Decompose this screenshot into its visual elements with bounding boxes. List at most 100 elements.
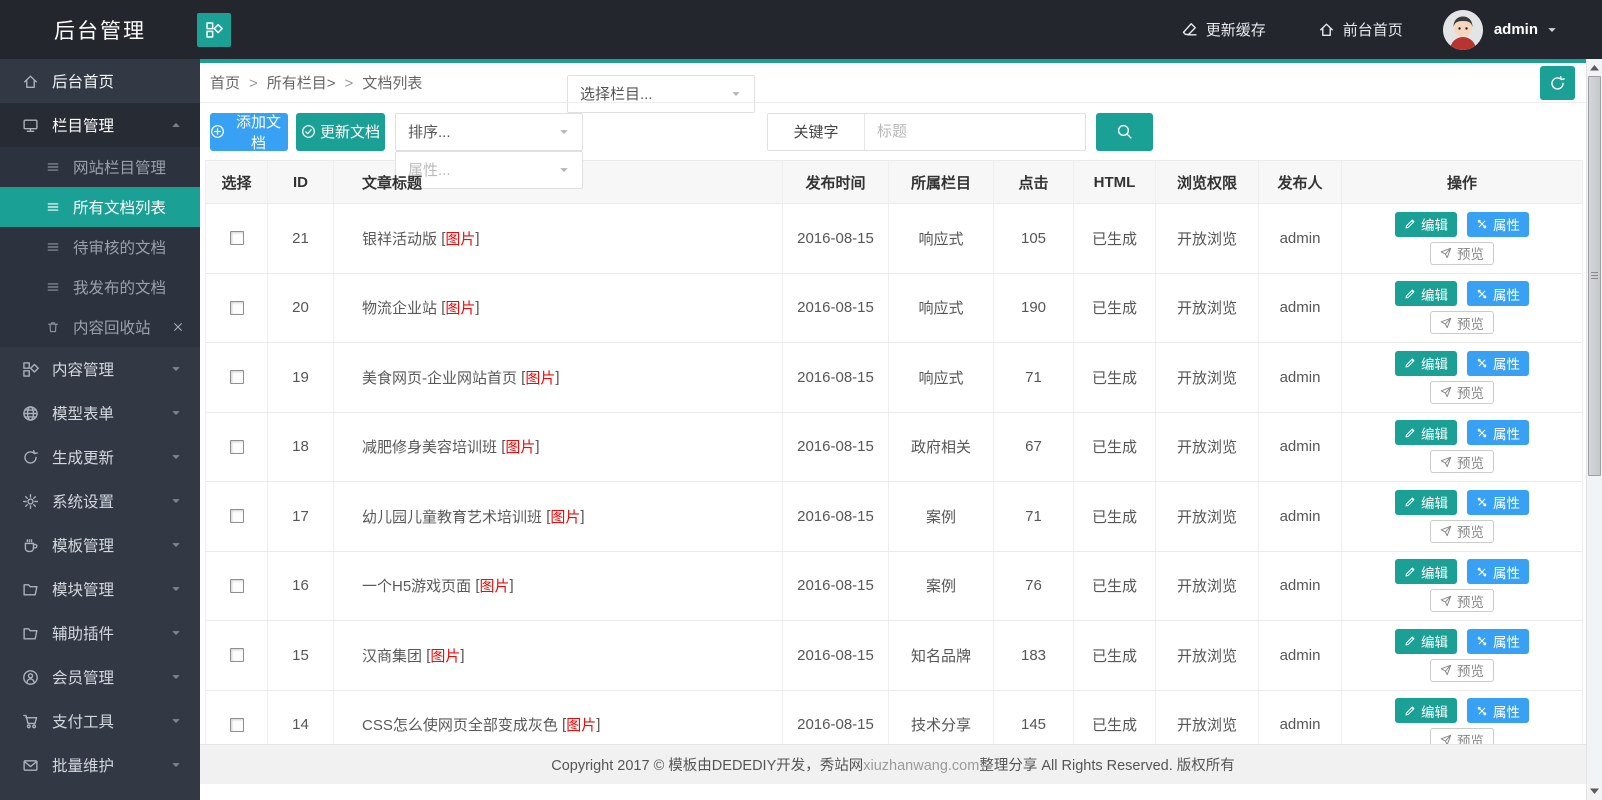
sidebar-subitem-4[interactable]: 内容回收站	[0, 307, 200, 347]
refresh-button[interactable]	[1540, 66, 1575, 100]
preview-button[interactable]: 预览	[1430, 589, 1494, 613]
sidebar-item-6[interactable]: 模板管理	[0, 523, 200, 567]
preview-button[interactable]: 预览	[1430, 728, 1494, 744]
close-icon[interactable]	[172, 321, 184, 333]
doc-id: 16	[268, 551, 334, 620]
preview-button[interactable]: 预览	[1430, 519, 1494, 543]
sidebar-item-0[interactable]: 后台首页	[0, 59, 200, 103]
sidebar-subitem-0[interactable]: 网站栏目管理	[0, 147, 200, 187]
paper-plane-icon	[1440, 734, 1452, 744]
sidebar-subitem-1[interactable]: 所有文档列表	[0, 187, 200, 227]
sidebar-subitem-2[interactable]: 待审核的文档	[0, 227, 200, 267]
search-button[interactable]	[1096, 112, 1153, 151]
vertical-scrollbar[interactable]	[1586, 59, 1602, 800]
row-checkbox[interactable]	[229, 717, 244, 732]
chevron-down-icon[interactable]	[1546, 24, 1558, 36]
row-checkbox[interactable]	[229, 231, 244, 246]
preview-label: 预览	[1457, 664, 1484, 680]
attribute-button[interactable]: 属性	[1467, 489, 1529, 515]
table-row: 14 CSS怎么使网页全部变成灰色 [图片] 2016-08-15 技术分享 145 已生…	[205, 690, 1583, 744]
update-cache-button[interactable]: 更新缓存	[1181, 19, 1266, 40]
title-search-input[interactable]	[865, 113, 1085, 150]
edit-button[interactable]: 编辑	[1395, 559, 1457, 585]
preview-button[interactable]: 预览	[1430, 311, 1494, 335]
add-document-button[interactable]: 添加文档	[210, 112, 288, 152]
sidebar-subitem-3[interactable]: 我发布的文档	[0, 267, 200, 307]
user-icon	[22, 669, 39, 686]
attribute-button[interactable]: 属性	[1467, 281, 1529, 307]
attribute-button[interactable]: 属性	[1467, 628, 1529, 654]
apps-menu-button[interactable]	[197, 12, 231, 47]
preview-button[interactable]: 预览	[1430, 241, 1494, 265]
update-cache-label: 更新缓存	[1205, 22, 1266, 39]
publisher: admin	[1259, 482, 1342, 551]
bars-icon	[46, 280, 61, 294]
paper-plane-icon	[1440, 595, 1452, 607]
filter-select-1[interactable]: 排序...	[395, 112, 583, 151]
sidebar-item-5[interactable]: 系统设置	[0, 479, 200, 523]
sidebar-item-7[interactable]: 模块管理	[0, 567, 200, 611]
front-home-button[interactable]: 前台首页	[1318, 19, 1403, 40]
image-tag: 图片	[566, 717, 597, 735]
footer-text: Copyright 2017 © 模板由DEDEDIY开发，秀站网	[551, 758, 864, 774]
doc-title-link[interactable]: 一个H5游戏页面	[362, 575, 471, 596]
breadcrumb-item-0[interactable]: 首页	[210, 75, 240, 92]
scroll-up-arrow[interactable]	[1587, 60, 1602, 76]
edit-button[interactable]: 编辑	[1395, 698, 1457, 724]
attribute-button[interactable]: 属性	[1467, 350, 1529, 376]
attr-label: 属性	[1493, 635, 1520, 651]
sidebar-item-10[interactable]: 支付工具	[0, 699, 200, 743]
sidebar-item-1[interactable]: 栏目管理	[0, 103, 200, 147]
operations-cell: 编辑 属性预览	[1342, 204, 1582, 273]
attribute-button[interactable]: 属性	[1467, 698, 1529, 724]
sidebar-item-8[interactable]: 辅助插件	[0, 611, 200, 655]
edit-button[interactable]: 编辑	[1395, 281, 1457, 307]
sidebar-item-3[interactable]: 模型表单	[0, 391, 200, 435]
row-checkbox[interactable]	[229, 509, 244, 524]
breadcrumb-item-1[interactable]: 所有栏目>	[267, 75, 336, 92]
avatar[interactable]	[1442, 9, 1483, 50]
attribute-button[interactable]: 属性	[1467, 211, 1529, 237]
doc-title-link[interactable]: 减肥修身美容培训班	[362, 436, 497, 457]
row-checkbox[interactable]	[229, 648, 244, 663]
row-checkbox[interactable]	[229, 439, 244, 454]
image-tag: 图片	[445, 300, 476, 318]
user-name[interactable]: admin	[1494, 21, 1538, 38]
edit-button[interactable]: 编辑	[1395, 489, 1457, 515]
attribute-button[interactable]: 属性	[1467, 420, 1529, 446]
bars-icon	[46, 200, 61, 214]
pencil-icon	[1404, 635, 1416, 647]
row-checkbox[interactable]	[229, 370, 244, 385]
edit-button[interactable]: 编辑	[1395, 350, 1457, 376]
sidebar-item-2[interactable]: 内容管理	[0, 347, 200, 391]
preview-label: 预览	[1457, 316, 1484, 332]
edit-button[interactable]: 编辑	[1395, 211, 1457, 237]
preview-button[interactable]: 预览	[1430, 380, 1494, 404]
sidebar-item-9[interactable]: 会员管理	[0, 655, 200, 699]
scrollbar-thumb[interactable]	[1588, 76, 1601, 476]
preview-button[interactable]: 预览	[1430, 658, 1494, 682]
scroll-down-arrow[interactable]	[1587, 783, 1602, 799]
pencil-icon	[1404, 566, 1416, 578]
sidebar-item-4[interactable]: 生成更新	[0, 435, 200, 479]
doc-title-link[interactable]: 汉商集团	[362, 645, 422, 666]
checkbox-cell	[206, 343, 268, 412]
sidebar-subitem-label: 我发布的文档	[73, 280, 167, 297]
toolbar: 添加文档 更新文档 选择栏目... 排序... 属性... 关键字	[200, 74, 1586, 189]
sidebar-item-11[interactable]: 批量维护	[0, 743, 200, 787]
edit-button[interactable]: 编辑	[1395, 628, 1457, 654]
doc-title-link[interactable]: 幼儿园儿童教育艺术培训班	[362, 506, 542, 527]
attr-label: 属性	[1493, 565, 1520, 581]
doc-title-link[interactable]: 物流企业站	[362, 297, 437, 318]
footer-site-link[interactable]: xiuzhanwang.com	[863, 758, 979, 774]
doc-title-link[interactable]: CSS怎么使网页全部变成灰色	[362, 714, 558, 735]
edit-button[interactable]: 编辑	[1395, 420, 1457, 446]
doc-title-link[interactable]: 银祥活动版	[362, 228, 437, 249]
preview-button[interactable]: 预览	[1430, 450, 1494, 474]
attr-label: 属性	[1493, 496, 1520, 512]
attribute-button[interactable]: 属性	[1467, 559, 1529, 585]
row-checkbox[interactable]	[229, 578, 244, 593]
row-checkbox[interactable]	[229, 300, 244, 315]
update-document-button[interactable]: 更新文档	[296, 112, 385, 151]
doc-title-link[interactable]: 美食网页-企业网站首页	[362, 367, 517, 388]
